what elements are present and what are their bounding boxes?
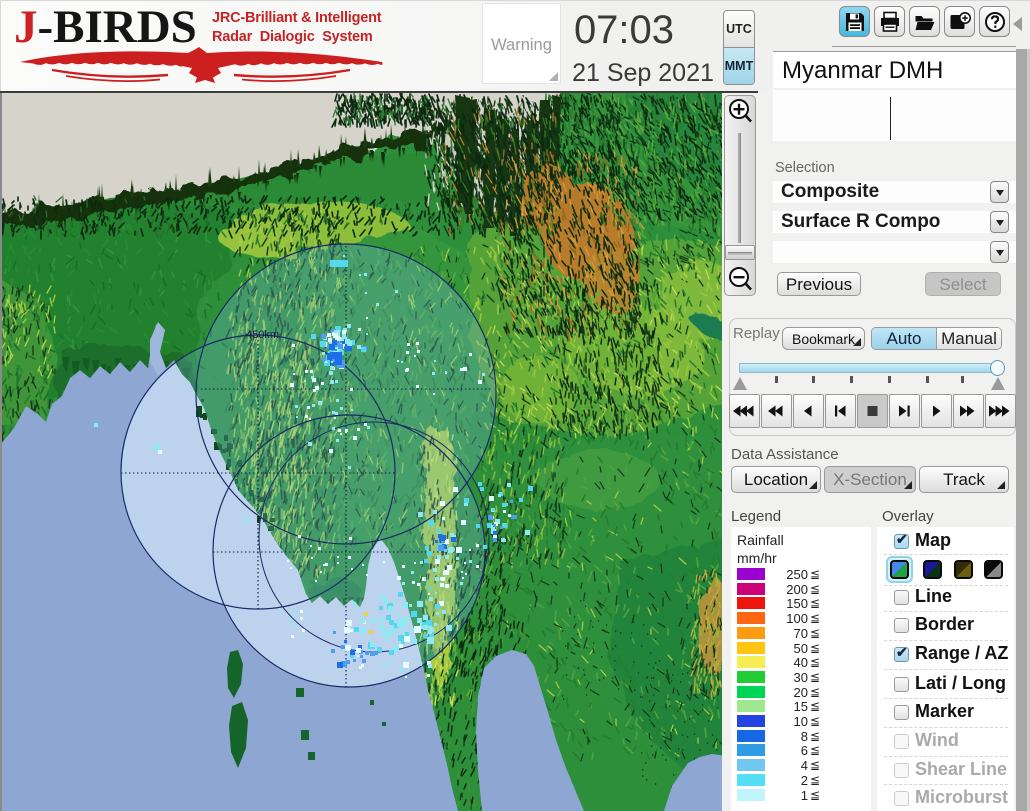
- svg-text:450km: 450km: [246, 329, 279, 341]
